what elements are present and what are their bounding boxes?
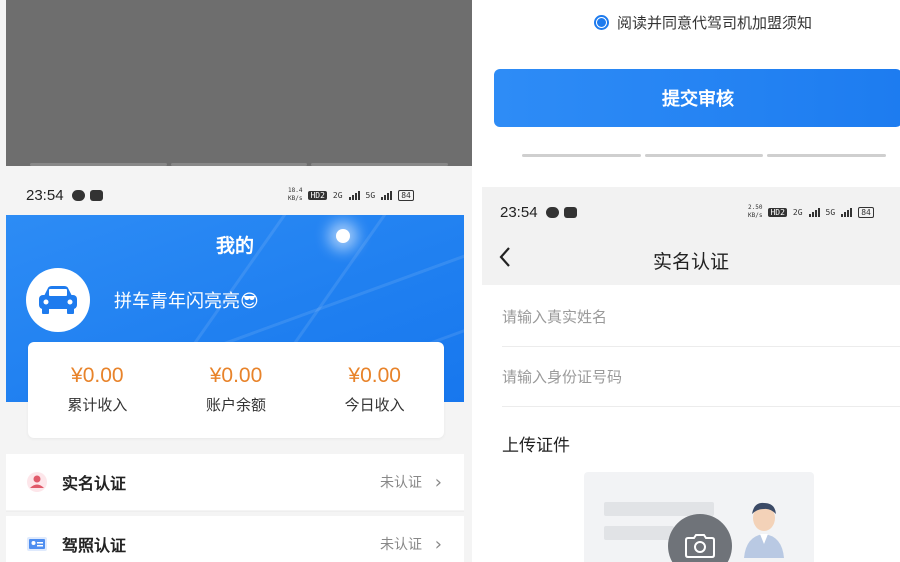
menu-label: 实名认证 [62, 474, 127, 493]
stat-value: ¥0.00 [348, 364, 401, 387]
battery-level: 84 [401, 190, 411, 200]
status-time: 23:54 [500, 203, 538, 221]
agreement-text[interactable]: 阅读并同意代驾司机加盟须知 [617, 12, 812, 33]
stat-label: 累计收入 [67, 396, 128, 414]
back-arrow-icon[interactable] [498, 245, 512, 275]
idnumber-input[interactable] [502, 367, 900, 386]
page-indicator [6, 163, 472, 166]
page-indicator [522, 154, 887, 157]
nickname: 拼车青年闪亮亮😎 [114, 291, 259, 312]
id-card-icon [26, 533, 48, 555]
agreement-row[interactable]: 阅读并同意代驾司机加盟须知 [594, 12, 812, 33]
battery-level: 84 [861, 207, 871, 217]
stat-total-income[interactable]: ¥0.00 累计收入 [28, 342, 167, 438]
auth-status: 未认证 [380, 475, 422, 491]
signal-5g-label: 5G [825, 207, 836, 217]
net-speed: 2.50 KB/s [748, 204, 763, 219]
nav-bar: 实名认证 [482, 235, 900, 285]
avatar[interactable] [26, 268, 90, 332]
submit-review-button[interactable]: 提交审核 [494, 69, 900, 127]
menu-label: 驾照认证 [62, 536, 127, 555]
chevron-right-icon: › [434, 471, 442, 493]
stat-value: ¥0.00 [209, 364, 263, 387]
upload-section-title: 上传证件 [502, 436, 570, 456]
wechat-icon [71, 189, 85, 201]
income-stats-card: ¥0.00 累计收入 ¥0.00 账户余额 ¥0.00 今日收入 [28, 342, 444, 438]
user-id-icon [26, 471, 48, 493]
wechat-icon [545, 206, 559, 218]
idnumber-field [502, 347, 900, 407]
hd-icon: HD2 [768, 207, 787, 217]
stat-today-income[interactable]: ¥0.00 今日收入 [305, 342, 444, 438]
hd-icon: HD2 [308, 190, 327, 200]
status-icons: 18.4 KB/s HD2 2G 5G 84 [288, 187, 414, 203]
left-screenshot: 23:54 18.4 KB/s HD2 2G 5G 84 我的 拼车青年闪亮亮😎… [0, 0, 472, 562]
page-title: 我的 [215, 235, 254, 257]
chevron-right-icon: › [434, 533, 442, 555]
message-icon [89, 189, 103, 201]
stat-value: ¥0.00 [71, 364, 124, 387]
signal-5g-label: 5G [365, 190, 376, 200]
realname-input[interactable] [502, 307, 900, 326]
signal-2g-label: 2G [332, 190, 343, 200]
signal-icon [348, 190, 360, 200]
battery-icon: 84 [858, 206, 874, 218]
stat-label: 账户余额 [206, 396, 267, 414]
menu-item-realname-auth[interactable]: 实名认证 未认证 › [6, 454, 464, 510]
menu-item-license-auth[interactable]: 驾照认证 未认证 › [6, 516, 464, 562]
status-bar: 23:54 18.4 KB/s HD2 2G 5G 84 [26, 182, 466, 208]
realname-field [502, 287, 900, 347]
signal-icon [381, 190, 393, 200]
stat-account-balance[interactable]: ¥0.00 账户余额 [167, 342, 306, 438]
agreement-radio[interactable] [594, 15, 609, 30]
realname-auth-screen: 23:54 2.50 KB/s HD2 2G 5G 84 实名认证 请输入真实姓… [482, 187, 900, 562]
right-screenshot: 阅读并同意代驾司机加盟须知 提交审核 23:54 2.50 KB/s HD2 2… [482, 0, 900, 562]
signal-icon [841, 207, 853, 217]
id-card-upload[interactable] [584, 472, 814, 562]
signal-2g-label: 2G [792, 207, 803, 217]
divider [6, 511, 464, 512]
status-icons: 2.50 KB/s HD2 2G 5G 84 [748, 204, 874, 220]
net-speed: 18.4 KB/s [288, 187, 303, 202]
blurred-region [6, 0, 472, 166]
battery-icon: 84 [398, 189, 414, 201]
page-title: 实名认证 [652, 250, 729, 273]
status-time: 23:54 [26, 186, 64, 204]
message-icon [563, 206, 577, 218]
status-bar: 23:54 2.50 KB/s HD2 2G 5G 84 [500, 199, 890, 225]
signal-icon [808, 207, 820, 217]
camera-icon[interactable] [668, 514, 732, 562]
portrait-icon [744, 502, 784, 558]
auth-status: 未认证 [380, 537, 422, 553]
car-icon [39, 286, 77, 314]
stat-label: 今日收入 [344, 396, 405, 414]
